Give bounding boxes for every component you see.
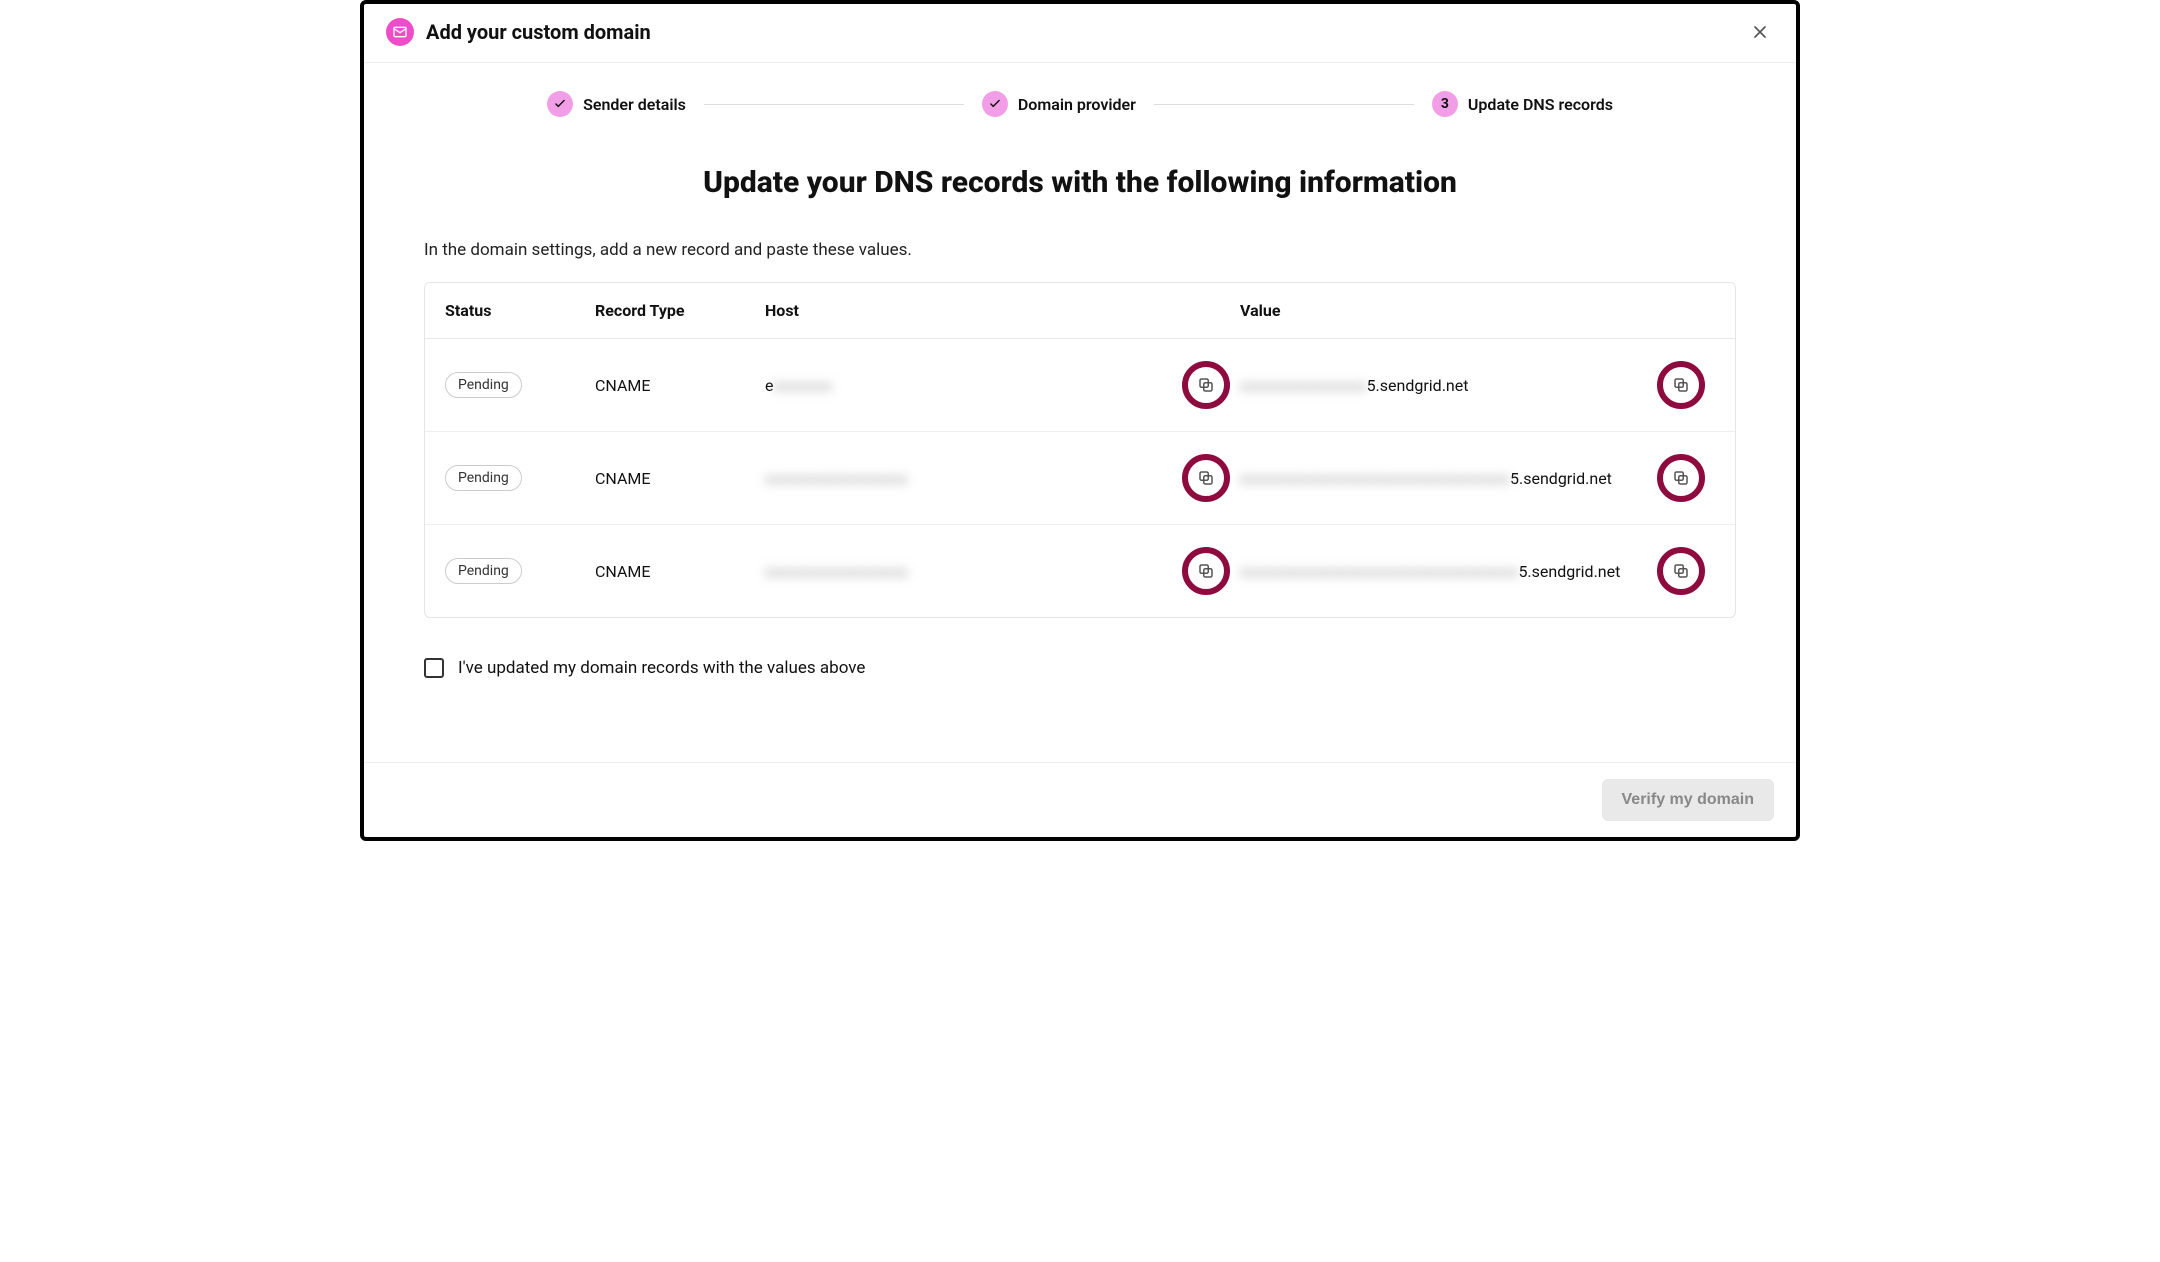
record-type: CNAME — [595, 376, 765, 395]
stepper: Sender details Domain provider 3 Update … — [364, 63, 1796, 127]
status-badge: Pending — [445, 372, 522, 398]
table-row: Pending CNAME xxxxxxxxxxxxxxxxx xxxxxxxx… — [425, 432, 1735, 525]
copy-icon — [1672, 376, 1690, 394]
verify-button[interactable]: Verify my domain — [1602, 779, 1775, 821]
host-value: exxxxxxx — [765, 376, 833, 395]
value-cell: xxxxxxxxxxxxxxxxxxxxxxxxxxxxxxxx5.sendgr… — [1240, 469, 1612, 488]
value-cell: xxxxxxxxxxxxxxxxxxxxxxxxxxxxxxxxx5.sendg… — [1240, 562, 1620, 581]
close-button[interactable] — [1746, 18, 1774, 46]
confirm-label: I've updated my domain records with the … — [458, 658, 865, 678]
page-subtext: In the domain settings, add a new record… — [424, 240, 1736, 260]
status-badge: Pending — [445, 558, 522, 584]
modal-footer: Verify my domain — [364, 762, 1796, 837]
step-label: Update DNS records — [1468, 95, 1613, 114]
col-value: Value — [1240, 301, 1715, 320]
col-host: Host — [765, 301, 1240, 320]
step-divider — [1154, 104, 1414, 105]
col-record-type: Record Type — [595, 301, 765, 320]
check-icon — [982, 91, 1008, 117]
dns-records-table: Status Record Type Host Value Pending CN… — [424, 282, 1736, 618]
step-update-dns: 3 Update DNS records — [1432, 91, 1613, 117]
copy-icon — [1197, 562, 1215, 580]
confirm-checkbox[interactable] — [424, 658, 444, 678]
record-type: CNAME — [595, 469, 765, 488]
copy-icon — [1672, 562, 1690, 580]
step-domain-provider: Domain provider — [982, 91, 1136, 117]
copy-icon — [1197, 469, 1215, 487]
table-row: Pending CNAME xxxxxxxxxxxxxxxxx xxxxxxxx… — [425, 525, 1735, 617]
copy-icon — [1197, 376, 1215, 394]
copy-icon — [1672, 469, 1690, 487]
modal-title: Add your custom domain — [426, 20, 651, 44]
status-badge: Pending — [445, 465, 522, 491]
copy-value-button[interactable] — [1657, 454, 1705, 502]
check-icon — [547, 91, 573, 117]
step-label: Sender details — [583, 95, 686, 114]
page-heading: Update your DNS records with the followi… — [424, 165, 1736, 200]
step-number: 3 — [1432, 91, 1458, 117]
copy-host-button[interactable] — [1182, 361, 1230, 409]
modal-header: Add your custom domain — [364, 4, 1796, 63]
brand-icon — [386, 18, 414, 46]
step-sender-details: Sender details — [547, 91, 686, 117]
step-label: Domain provider — [1018, 95, 1136, 114]
col-status: Status — [445, 301, 595, 320]
copy-value-button[interactable] — [1657, 361, 1705, 409]
record-type: CNAME — [595, 562, 765, 581]
host-value: xxxxxxxxxxxxxxxxx — [765, 562, 908, 581]
copy-host-button[interactable] — [1182, 547, 1230, 595]
step-divider — [704, 104, 964, 105]
copy-host-button[interactable] — [1182, 454, 1230, 502]
value-cell: xxxxxxxxxxxxxxx5.sendgrid.net — [1240, 376, 1468, 395]
table-row: Pending CNAME exxxxxxx xxxxxxxxxxxxxxx5.… — [425, 339, 1735, 432]
table-header: Status Record Type Host Value — [425, 283, 1735, 339]
copy-value-button[interactable] — [1657, 547, 1705, 595]
host-value: xxxxxxxxxxxxxxxxx — [765, 469, 908, 488]
